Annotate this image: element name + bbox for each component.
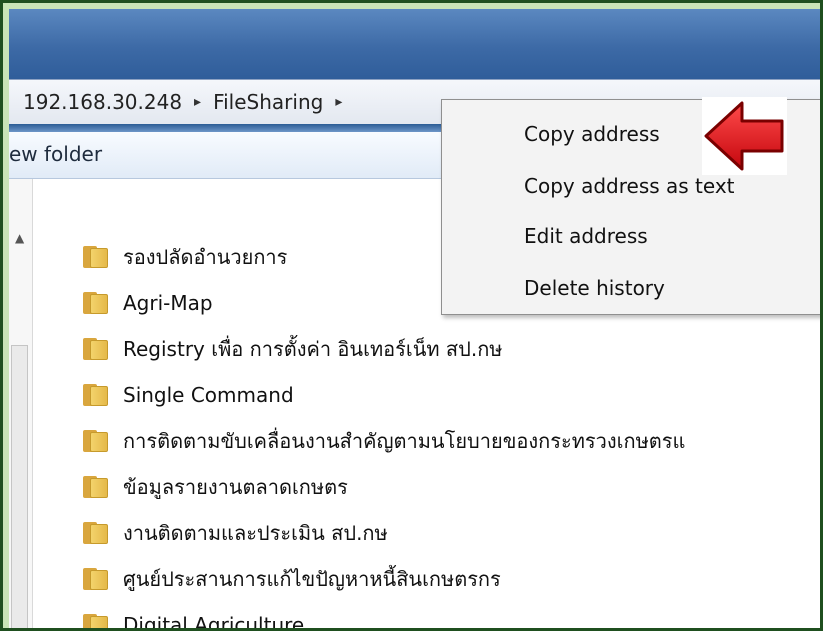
scroll-thumb[interactable] xyxy=(11,345,28,628)
folder-name: ข้อมูลรายงานตลาดเกษตร xyxy=(123,475,348,499)
breadcrumb-separator-icon[interactable]: ▸ xyxy=(335,94,342,110)
folder-icon xyxy=(83,384,111,406)
folder-name: งานติดตามและประเมิน สป.กษ xyxy=(123,521,388,545)
menu-item-copy-address[interactable]: Copy address xyxy=(524,122,660,146)
folder-icon xyxy=(83,338,111,360)
breadcrumb-ip[interactable]: 192.168.30.248 xyxy=(23,90,182,114)
folder-name: รองปลัดอำนวยการ xyxy=(123,245,288,269)
folder-item[interactable]: Digital Agriculture xyxy=(83,602,685,631)
folder-item[interactable]: Single Command xyxy=(83,372,685,418)
folder-item[interactable]: งานติดตามและประเมิน สป.กษ xyxy=(83,510,685,556)
breadcrumb-filesharing[interactable]: FileSharing xyxy=(213,90,323,114)
folder-name: ศูนย์ประสานการแก้ไขปัญหาหนี้สินเกษตรกร xyxy=(123,567,501,591)
folder-icon xyxy=(83,522,111,544)
red-arrow-annotation xyxy=(702,97,787,175)
folder-icon xyxy=(83,430,111,452)
folder-item[interactable]: การติดตามขับเคลื่อนงานสำคัญตามนโยบายของก… xyxy=(83,418,685,464)
folder-name: Digital Agriculture xyxy=(123,613,305,631)
folder-name: Single Command xyxy=(123,383,294,407)
navigation-scrollbar[interactable]: ▲ xyxy=(9,179,33,628)
menu-item-copy-address-as-text[interactable]: Copy address as text xyxy=(524,174,735,198)
menu-item-delete-history[interactable]: Delete history xyxy=(524,276,665,300)
folder-name: Registry เพื่อ การตั้งค่า อินเทอร์เน็ท ส… xyxy=(123,337,503,361)
breadcrumb-separator-icon[interactable]: ▸ xyxy=(194,94,201,110)
folder-item[interactable]: ศูนย์ประสานการแก้ไขปัญหาหนี้สินเกษตรกร xyxy=(83,556,685,602)
menu-item-edit-address[interactable]: Edit address xyxy=(524,224,648,248)
folder-item[interactable]: Registry เพื่อ การตั้งค่า อินเทอร์เน็ท ส… xyxy=(83,326,685,372)
folder-name: การติดตามขับเคลื่อนงานสำคัญตามนโยบายของก… xyxy=(123,429,686,453)
left-arrow-icon xyxy=(704,101,784,171)
breadcrumb: 192.168.30.248 ▸ FileSharing ▸ xyxy=(23,90,342,114)
folder-icon xyxy=(83,614,111,628)
scroll-up-arrow-icon[interactable]: ▲ xyxy=(15,231,24,245)
folder-icon xyxy=(83,292,111,314)
window-title-bar xyxy=(9,9,820,79)
folder-icon xyxy=(83,476,111,498)
folder-icon xyxy=(83,568,111,590)
folder-icon xyxy=(83,246,111,268)
new-folder-button[interactable]: ew folder xyxy=(9,142,102,166)
folder-item[interactable]: ข้อมูลรายงานตลาดเกษตร xyxy=(83,464,685,510)
screenshot-frame: 192.168.30.248 ▸ FileSharing ▸ ew folder… xyxy=(0,0,823,631)
folder-name: Agri-Map xyxy=(123,291,213,315)
